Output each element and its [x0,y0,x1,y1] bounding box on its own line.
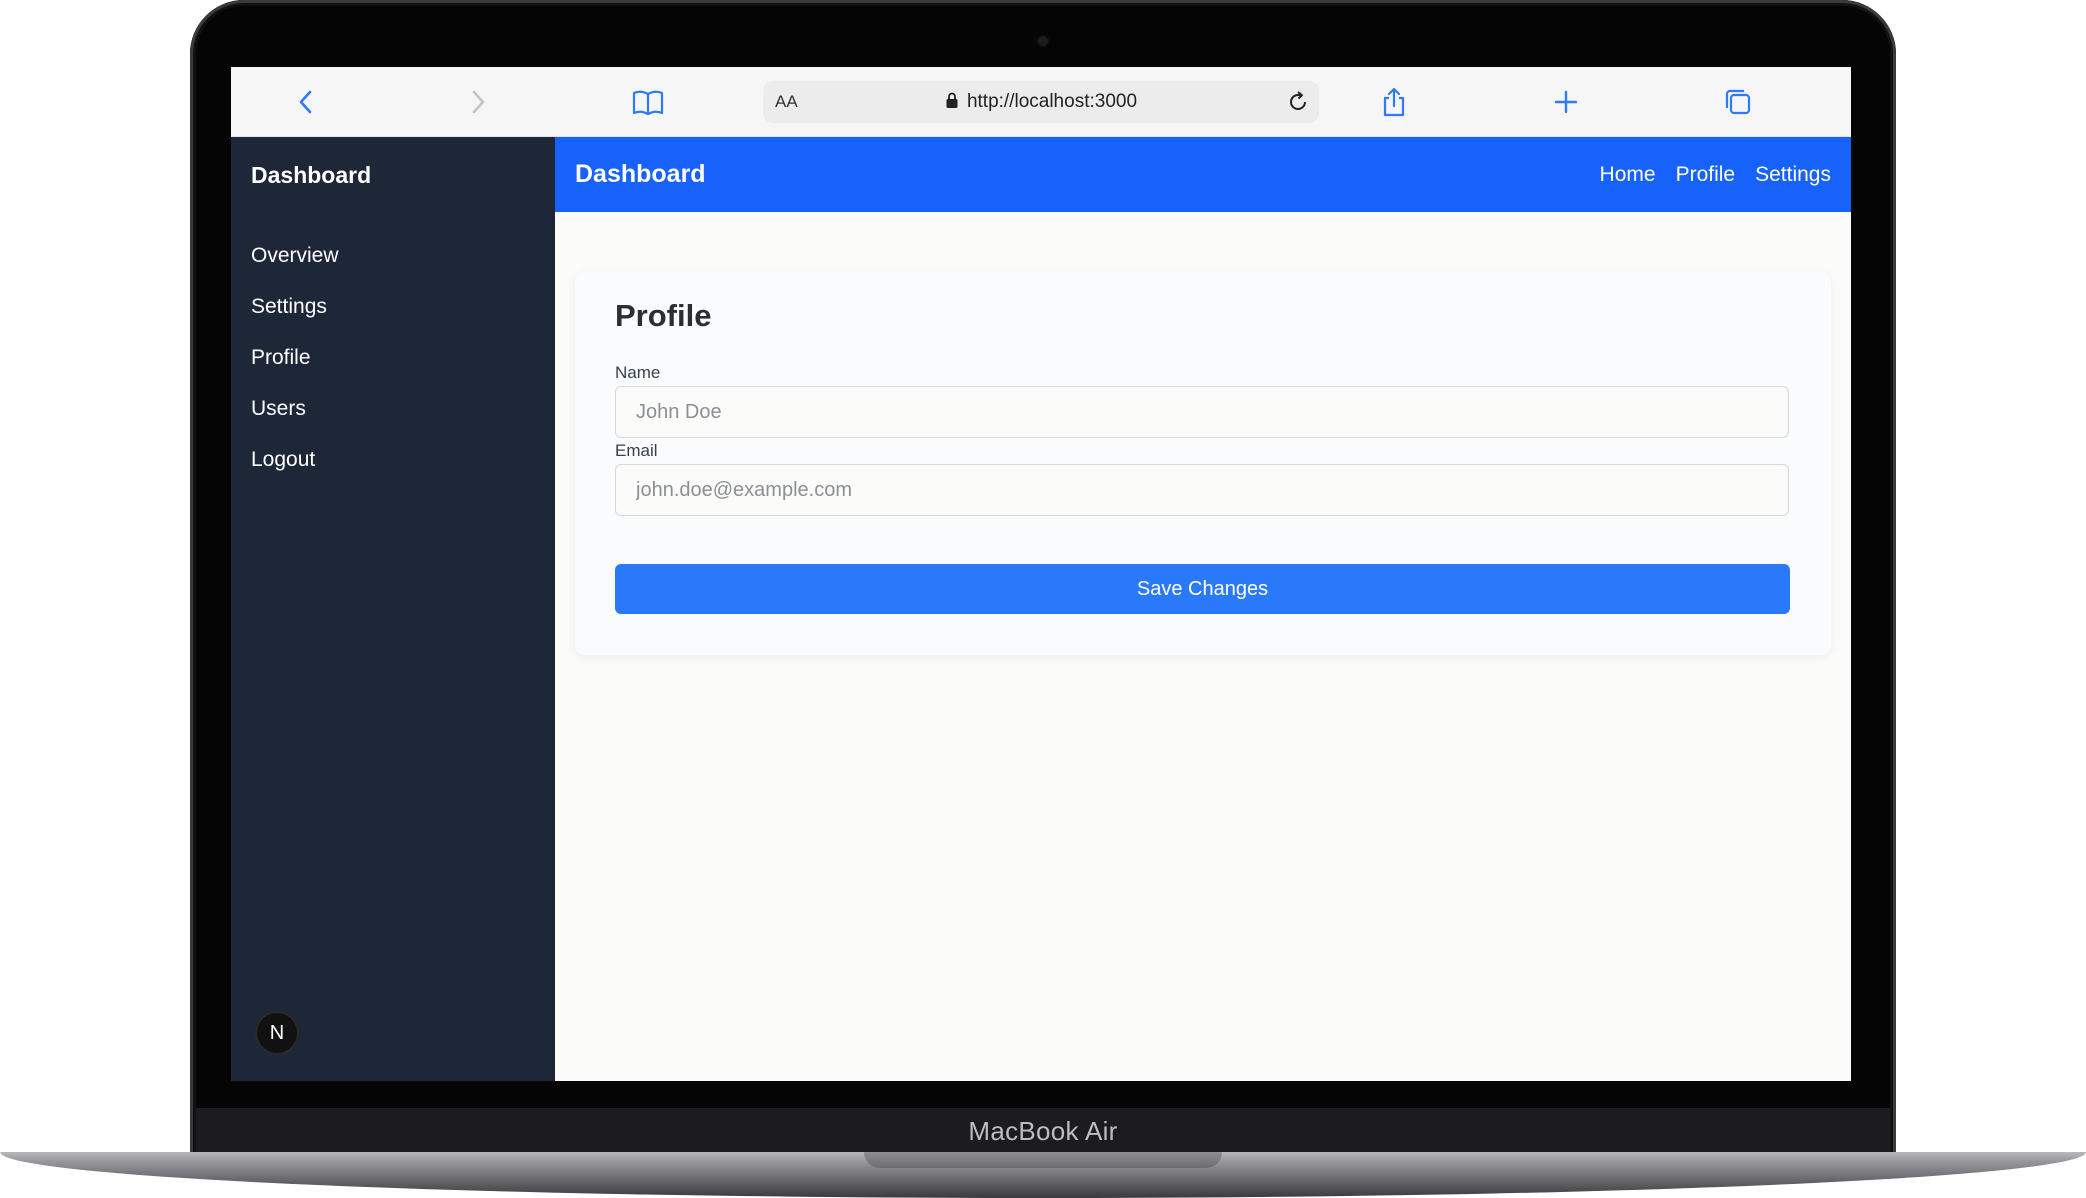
share-icon [1383,87,1405,117]
plus-icon [1554,90,1578,114]
email-label: Email [615,441,658,460]
sidebar-item-logout[interactable]: Logout [251,448,339,499]
sidebar: Dashboard Overview Settings Profile User… [231,137,555,1081]
sidebar-nav: Overview Settings Profile Users Logout [251,244,339,499]
save-changes-button[interactable]: Save Changes [615,564,1790,614]
email-input[interactable] [615,464,1789,516]
back-button[interactable] [285,81,327,123]
book-icon [632,90,664,116]
url-display: http://localhost:3000 [763,91,1319,113]
browser-toolbar: AA http://localhost:3000 [231,67,1851,137]
url-text: http://localhost:3000 [966,91,1138,112]
reload-icon[interactable] [1285,89,1311,115]
lock-icon [946,92,958,108]
nav-link-profile[interactable]: Profile [1676,163,1736,187]
nav-link-settings[interactable]: Settings [1755,163,1831,187]
new-tab-button[interactable] [1545,81,1587,123]
name-input[interactable] [615,386,1789,438]
forward-button[interactable] [457,81,499,123]
sidebar-item-overview[interactable]: Overview [251,244,339,295]
sidebar-item-profile[interactable]: Profile [251,346,339,397]
name-label: Name [615,363,661,382]
sidebar-item-users[interactable]: Users [251,397,339,448]
camera [1038,36,1048,46]
screen: AA http://localhost:3000 Dashboard Overv… [231,67,1851,1081]
sidebar-title: Dashboard [251,162,372,188]
chevron-right-icon [472,90,485,114]
profile-title: Profile [615,298,712,333]
tabs-overview-button[interactable] [1717,81,1759,123]
nav-link-home[interactable]: Home [1600,163,1656,187]
address-bar[interactable]: AA http://localhost:3000 [763,81,1319,123]
profile-card: Profile Name Email Save Changes [575,272,1831,655]
top-navbar: Dashboard Home Profile Settings [555,137,1851,212]
sidebar-item-settings[interactable]: Settings [251,295,339,346]
reader-button[interactable] [627,81,669,123]
app: Dashboard Overview Settings Profile User… [231,137,1851,1081]
main-content: Dashboard Home Profile Settings Profile … [555,137,1851,1081]
top-nav-links: Home Profile Settings [1600,163,1831,187]
tabs-icon [1725,89,1751,115]
laptop-notch [864,1152,1222,1168]
device-brand-label: MacBook Air [968,1116,1118,1146]
navbar-title: Dashboard [575,160,706,188]
chevron-left-icon [299,90,312,114]
share-button[interactable] [1373,81,1415,123]
framework-badge[interactable]: N [257,1013,297,1053]
